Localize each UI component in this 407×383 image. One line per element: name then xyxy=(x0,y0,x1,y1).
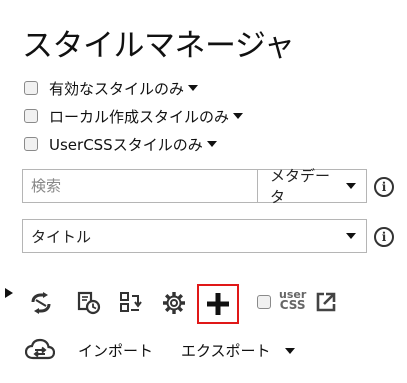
search-mode-value: メタデータ xyxy=(270,167,331,206)
search-row: メタデータ xyxy=(22,167,367,206)
info-icon[interactable]: i xyxy=(374,177,394,197)
search-mode-select[interactable]: メタデータ xyxy=(257,167,366,206)
export-caret-down-icon[interactable] xyxy=(285,348,295,354)
sort-value: タイトル xyxy=(31,227,92,246)
filter-label: UserCSSスタイルのみ xyxy=(49,135,203,154)
checkbox[interactable] xyxy=(24,109,38,123)
import-button[interactable]: インポート xyxy=(78,340,153,361)
filter-label: ローカル作成スタイルのみ xyxy=(49,107,230,126)
search-input[interactable] xyxy=(23,170,257,202)
add-style-button[interactable] xyxy=(197,284,239,324)
caret-down-icon[interactable] xyxy=(233,113,244,119)
filter-usercss-only[interactable]: UserCSSスタイルのみ xyxy=(24,133,217,155)
caret-down-icon xyxy=(346,183,356,189)
checkbox[interactable] xyxy=(24,137,38,151)
expand-arrow-icon[interactable] xyxy=(3,287,15,299)
history-icon[interactable] xyxy=(76,290,102,316)
gear-icon[interactable] xyxy=(160,289,188,317)
caret-down-icon xyxy=(346,233,356,239)
filter-label: 有効なスタイルのみ xyxy=(49,79,185,98)
update-check-icon[interactable] xyxy=(28,290,54,316)
export-button[interactable]: エクスポート xyxy=(181,340,271,361)
info-icon[interactable]: i xyxy=(374,227,394,247)
backup-icon[interactable] xyxy=(117,290,143,316)
usercss-label[interactable]: user CSS xyxy=(279,289,306,311)
plus-icon xyxy=(207,293,229,315)
sync-icon[interactable] xyxy=(24,337,56,361)
checkbox[interactable] xyxy=(24,81,38,95)
caret-down-icon[interactable] xyxy=(206,141,217,147)
external-link-icon[interactable] xyxy=(314,290,338,314)
usercss-checkbox[interactable] xyxy=(257,295,271,309)
filter-local-only[interactable]: ローカル作成スタイルのみ xyxy=(24,105,244,127)
sort-select[interactable]: タイトル xyxy=(22,219,367,253)
caret-down-icon[interactable] xyxy=(188,85,199,91)
filter-enabled-only[interactable]: 有効なスタイルのみ xyxy=(24,77,199,99)
page-title: スタイルマネージャ xyxy=(22,28,295,64)
